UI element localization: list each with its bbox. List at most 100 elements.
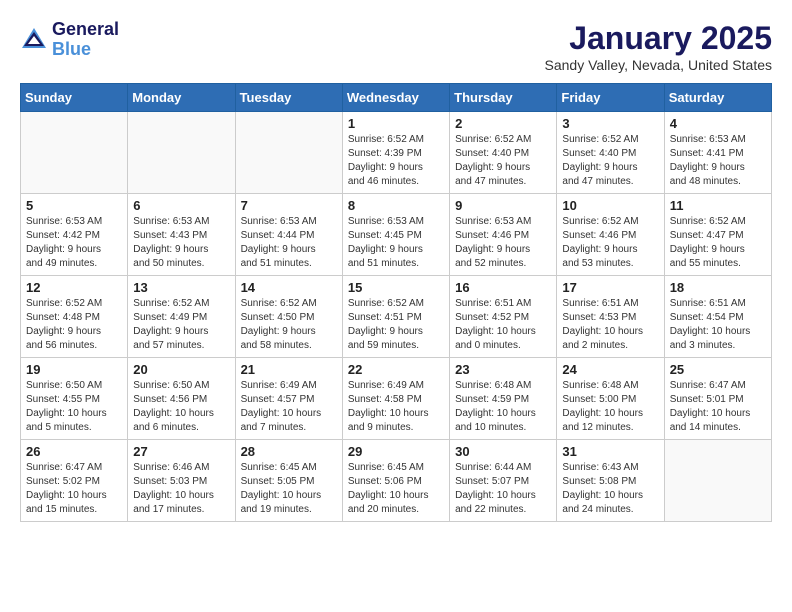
calendar-cell: 5 Sunrise: 6:53 AM Sunset: 4:42 PM Daylig… bbox=[21, 194, 128, 276]
day-info: Sunrise: 6:53 AM Sunset: 4:42 PM Dayligh… bbox=[26, 215, 122, 271]
calendar-cell: 31Sunrise: 6:43 AM Sunset: 5:08 PM Dayli… bbox=[557, 440, 664, 522]
calendar-cell: 7 Sunrise: 6:53 AM Sunset: 4:44 PM Daylig… bbox=[235, 194, 342, 276]
day-info: Sunrise: 6:52 AM Sunset: 4:46 PM Dayligh… bbox=[562, 215, 658, 271]
week-row-1: 5 Sunrise: 6:53 AM Sunset: 4:42 PM Daylig… bbox=[21, 194, 772, 276]
day-info: Sunrise: 6:53 AM Sunset: 4:44 PM Dayligh… bbox=[241, 215, 337, 271]
day-number: 24 bbox=[562, 362, 658, 377]
day-number: 8 bbox=[348, 198, 444, 213]
day-number: 1 bbox=[348, 116, 444, 131]
day-info: Sunrise: 6:52 AM Sunset: 4:50 PM Dayligh… bbox=[241, 297, 337, 353]
day-number: 10 bbox=[562, 198, 658, 213]
calendar-cell: 18 Sunrise: 6:51 AM Sunset: 4:54 PM Dayli… bbox=[664, 276, 771, 358]
calendar-table: SundayMondayTuesdayWednesdayThursdayFrid… bbox=[20, 83, 772, 522]
logo-text: General Blue bbox=[52, 20, 119, 60]
day-info: Sunrise: 6:53 AM Sunset: 4:43 PM Dayligh… bbox=[133, 215, 229, 271]
day-info: Sunrise: 6:46 AM Sunset: 5:03 PM Dayligh… bbox=[133, 461, 229, 517]
day-number: 25 bbox=[670, 362, 766, 377]
day-number: 27 bbox=[133, 444, 229, 459]
day-info: Sunrise: 6:53 AM Sunset: 4:46 PM Dayligh… bbox=[455, 215, 551, 271]
logo: General Blue bbox=[20, 20, 119, 60]
calendar-cell: 22 Sunrise: 6:49 AM Sunset: 4:58 PM Dayli… bbox=[342, 358, 449, 440]
weekday-header-thursday: Thursday bbox=[450, 84, 557, 112]
weekday-header-wednesday: Wednesday bbox=[342, 84, 449, 112]
day-number: 9 bbox=[455, 198, 551, 213]
day-info: Sunrise: 6:52 AM Sunset: 4:40 PM Dayligh… bbox=[455, 133, 551, 189]
page-header: General Blue January 2025 Sandy Valley, … bbox=[20, 20, 772, 73]
calendar-cell: 24 Sunrise: 6:48 AM Sunset: 5:00 PM Dayli… bbox=[557, 358, 664, 440]
week-row-4: 26 Sunrise: 6:47 AM Sunset: 5:02 PM Dayli… bbox=[21, 440, 772, 522]
day-info: Sunrise: 6:51 AM Sunset: 4:54 PM Dayligh… bbox=[670, 297, 766, 353]
weekday-header-saturday: Saturday bbox=[664, 84, 771, 112]
calendar-cell: 1Sunrise: 6:52 AM Sunset: 4:39 PM Daylig… bbox=[342, 112, 449, 194]
calendar-cell: 12 Sunrise: 6:52 AM Sunset: 4:48 PM Dayli… bbox=[21, 276, 128, 358]
calendar-cell: 28 Sunrise: 6:45 AM Sunset: 5:05 PM Dayli… bbox=[235, 440, 342, 522]
day-number: 28 bbox=[241, 444, 337, 459]
day-info: Sunrise: 6:50 AM Sunset: 4:55 PM Dayligh… bbox=[26, 379, 122, 435]
day-info: Sunrise: 6:53 AM Sunset: 4:45 PM Dayligh… bbox=[348, 215, 444, 271]
day-number: 13 bbox=[133, 280, 229, 295]
calendar-cell: 10 Sunrise: 6:52 AM Sunset: 4:46 PM Dayli… bbox=[557, 194, 664, 276]
calendar-cell: 19 Sunrise: 6:50 AM Sunset: 4:55 PM Dayli… bbox=[21, 358, 128, 440]
day-number: 22 bbox=[348, 362, 444, 377]
day-number: 16 bbox=[455, 280, 551, 295]
day-number: 18 bbox=[670, 280, 766, 295]
day-info: Sunrise: 6:48 AM Sunset: 5:00 PM Dayligh… bbox=[562, 379, 658, 435]
calendar-cell: 21 Sunrise: 6:49 AM Sunset: 4:57 PM Dayli… bbox=[235, 358, 342, 440]
calendar-cell: 4Sunrise: 6:53 AM Sunset: 4:41 PM Daylig… bbox=[664, 112, 771, 194]
day-number: 2 bbox=[455, 116, 551, 131]
calendar-cell bbox=[21, 112, 128, 194]
day-info: Sunrise: 6:53 AM Sunset: 4:41 PM Dayligh… bbox=[670, 133, 766, 189]
day-number: 11 bbox=[670, 198, 766, 213]
day-number: 19 bbox=[26, 362, 122, 377]
day-info: Sunrise: 6:45 AM Sunset: 5:05 PM Dayligh… bbox=[241, 461, 337, 517]
calendar-subtitle: Sandy Valley, Nevada, United States bbox=[545, 57, 773, 73]
day-number: 29 bbox=[348, 444, 444, 459]
calendar-cell: 11 Sunrise: 6:52 AM Sunset: 4:47 PM Dayli… bbox=[664, 194, 771, 276]
day-info: Sunrise: 6:51 AM Sunset: 4:52 PM Dayligh… bbox=[455, 297, 551, 353]
calendar-body: 1Sunrise: 6:52 AM Sunset: 4:39 PM Daylig… bbox=[21, 112, 772, 522]
day-number: 20 bbox=[133, 362, 229, 377]
calendar-cell: 6Sunrise: 6:53 AM Sunset: 4:43 PM Daylig… bbox=[128, 194, 235, 276]
calendar-cell: 25 Sunrise: 6:47 AM Sunset: 5:01 PM Dayli… bbox=[664, 358, 771, 440]
day-info: Sunrise: 6:52 AM Sunset: 4:40 PM Dayligh… bbox=[562, 133, 658, 189]
calendar-cell: 8 Sunrise: 6:53 AM Sunset: 4:45 PM Daylig… bbox=[342, 194, 449, 276]
day-number: 7 bbox=[241, 198, 337, 213]
day-info: Sunrise: 6:49 AM Sunset: 4:57 PM Dayligh… bbox=[241, 379, 337, 435]
day-number: 15 bbox=[348, 280, 444, 295]
calendar-cell: 13 Sunrise: 6:52 AM Sunset: 4:49 PM Dayli… bbox=[128, 276, 235, 358]
day-info: Sunrise: 6:44 AM Sunset: 5:07 PM Dayligh… bbox=[455, 461, 551, 517]
day-info: Sunrise: 6:52 AM Sunset: 4:51 PM Dayligh… bbox=[348, 297, 444, 353]
weekday-header-tuesday: Tuesday bbox=[235, 84, 342, 112]
calendar-title: January 2025 bbox=[545, 20, 773, 57]
calendar-cell: 9 Sunrise: 6:53 AM Sunset: 4:46 PM Daylig… bbox=[450, 194, 557, 276]
day-number: 3 bbox=[562, 116, 658, 131]
calendar-cell: 3 Sunrise: 6:52 AM Sunset: 4:40 PM Daylig… bbox=[557, 112, 664, 194]
day-info: Sunrise: 6:48 AM Sunset: 4:59 PM Dayligh… bbox=[455, 379, 551, 435]
day-number: 21 bbox=[241, 362, 337, 377]
day-info: Sunrise: 6:52 AM Sunset: 4:49 PM Dayligh… bbox=[133, 297, 229, 353]
day-info: Sunrise: 6:52 AM Sunset: 4:48 PM Dayligh… bbox=[26, 297, 122, 353]
calendar-cell: 16 Sunrise: 6:51 AM Sunset: 4:52 PM Dayli… bbox=[450, 276, 557, 358]
calendar-cell: 2 Sunrise: 6:52 AM Sunset: 4:40 PM Daylig… bbox=[450, 112, 557, 194]
calendar-cell: 15 Sunrise: 6:52 AM Sunset: 4:51 PM Dayli… bbox=[342, 276, 449, 358]
day-info: Sunrise: 6:47 AM Sunset: 5:02 PM Dayligh… bbox=[26, 461, 122, 517]
day-number: 5 bbox=[26, 198, 122, 213]
day-number: 12 bbox=[26, 280, 122, 295]
calendar-cell bbox=[235, 112, 342, 194]
title-block: January 2025 Sandy Valley, Nevada, Unite… bbox=[545, 20, 773, 73]
day-number: 31 bbox=[562, 444, 658, 459]
day-number: 26 bbox=[26, 444, 122, 459]
day-info: Sunrise: 6:49 AM Sunset: 4:58 PM Dayligh… bbox=[348, 379, 444, 435]
weekday-header-friday: Friday bbox=[557, 84, 664, 112]
calendar-cell: 23Sunrise: 6:48 AM Sunset: 4:59 PM Dayli… bbox=[450, 358, 557, 440]
weekday-row: SundayMondayTuesdayWednesdayThursdayFrid… bbox=[21, 84, 772, 112]
day-info: Sunrise: 6:47 AM Sunset: 5:01 PM Dayligh… bbox=[670, 379, 766, 435]
day-number: 14 bbox=[241, 280, 337, 295]
day-info: Sunrise: 6:50 AM Sunset: 4:56 PM Dayligh… bbox=[133, 379, 229, 435]
day-info: Sunrise: 6:52 AM Sunset: 4:47 PM Dayligh… bbox=[670, 215, 766, 271]
day-info: Sunrise: 6:45 AM Sunset: 5:06 PM Dayligh… bbox=[348, 461, 444, 517]
calendar-cell: 30Sunrise: 6:44 AM Sunset: 5:07 PM Dayli… bbox=[450, 440, 557, 522]
weekday-header-sunday: Sunday bbox=[21, 84, 128, 112]
calendar-cell: 26 Sunrise: 6:47 AM Sunset: 5:02 PM Dayli… bbox=[21, 440, 128, 522]
calendar-cell: 17Sunrise: 6:51 AM Sunset: 4:53 PM Dayli… bbox=[557, 276, 664, 358]
